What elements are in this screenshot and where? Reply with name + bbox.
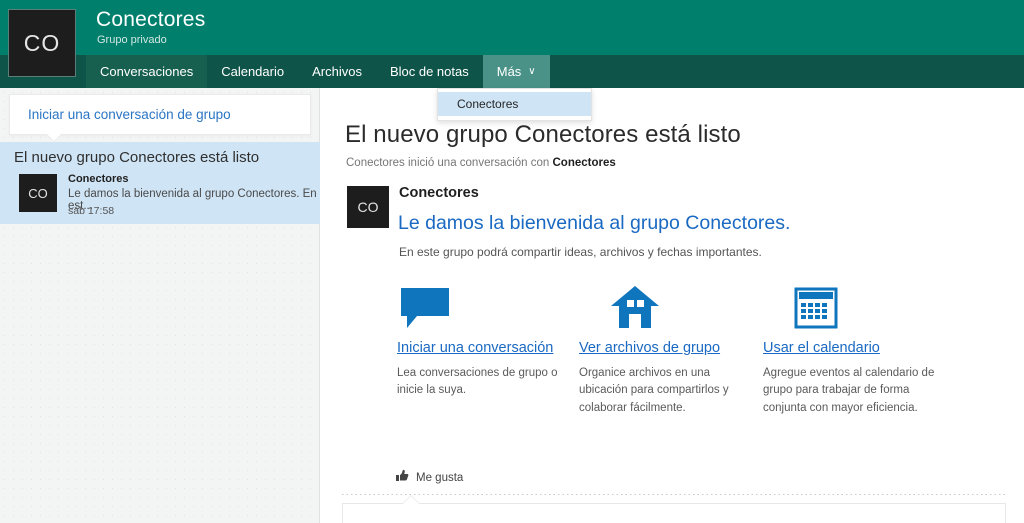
tab-bloc-de-notas-label: Bloc de notas [390,64,469,79]
thread-subheading-prefix: Conectores inició una conversación con [346,157,552,169]
feature-use-calendar: Usar el calendario Agregue eventos al ca… [763,278,958,417]
conversation-avatar-initials: CO [28,186,48,201]
start-conversation-box[interactable]: Iniciar una conversación de grupo [9,94,311,135]
tab-mas[interactable]: Más ∨ [483,55,550,88]
feature-view-files: Ver archivos de grupo Organice archivos … [579,278,763,417]
reply-box-notch [403,496,419,504]
page-title: El nuevo grupo Conectores está listo [345,121,741,149]
tab-archivos-label: Archivos [312,64,362,79]
message-avatar: CO [347,186,389,228]
like-button[interactable]: Me gusta [395,469,463,487]
thread-divider [342,494,1006,495]
conversation-subject: El nuevo grupo Conectores está listo [14,149,259,166]
start-conversation-notch [47,134,61,141]
tab-calendario-label: Calendario [221,64,284,79]
thread-subheading: Conectores inició una conversación con C… [346,157,616,169]
menu-item-conectores[interactable]: Conectores [438,92,591,116]
group-avatar-initials: CO [24,30,61,57]
feature-start-conversation: Iniciar una conversación Lea conversacio… [397,278,579,417]
group-privacy-label: Grupo privado [97,34,167,46]
list-item[interactable]: El nuevo grupo Conectores está listo CO … [0,142,320,224]
link-usar-el-calendario[interactable]: Usar el calendario [763,340,958,356]
mas-dropdown-menu: Conectores [437,88,592,121]
conversation-avatar: CO [19,174,57,212]
feature-columns: Iniciar una conversación Lea conversacio… [397,278,997,417]
link-iniciar-una-conversacion[interactable]: Iniciar una conversación [397,340,579,356]
message-body: En este grupo podrá compartir ideas, arc… [399,245,762,259]
thumbs-up-icon [395,469,409,487]
start-conversation-label: Iniciar una conversación de grupo [28,107,231,122]
tab-archivos[interactable]: Archivos [298,55,376,88]
tab-calendario[interactable]: Calendario [207,55,298,88]
like-label: Me gusta [416,472,463,484]
group-header-bar: Conectores Grupo privado [0,0,1024,55]
house-icon [579,278,763,338]
outlook-groups-page: Conectores Grupo privado CO Conversacion… [0,0,1024,523]
tab-conversaciones-label: Conversaciones [100,64,193,79]
feature-use-calendar-description: Agregue eventos al calendario de grupo p… [763,365,935,417]
conversation-sender: Conectores [68,173,129,185]
conversation-timestamp: sáb 17:58 [68,205,114,217]
message-avatar-initials: CO [358,199,379,215]
conversation-reading-pane: El nuevo grupo Conectores está listo Con… [321,88,1024,523]
tab-bloc-de-notas[interactable]: Bloc de notas [376,55,483,88]
menu-item-conectores-label: Conectores [457,97,518,111]
conversation-list-sidebar: Iniciar una conversación de grupo El nue… [0,88,320,523]
message-sender: Conectores [399,185,479,201]
calendar-icon [763,278,958,338]
group-title: Conectores [96,8,205,32]
group-nav-bar: Conversaciones Calendario Archivos Bloc … [0,55,1024,88]
feature-start-conversation-description: Lea conversaciones de grupo o inicie la … [397,365,567,400]
thread-subheading-recipient: Conectores [552,157,615,169]
tab-conversaciones[interactable]: Conversaciones [86,55,207,88]
chevron-down-icon: ∨ [528,66,535,77]
nav-items: Conversaciones Calendario Archivos Bloc … [86,55,550,88]
link-ver-archivos-de-grupo[interactable]: Ver archivos de grupo [579,340,763,356]
speech-bubble-icon [397,278,579,338]
group-avatar: CO [8,9,76,77]
reply-compose-box[interactable] [342,503,1006,523]
feature-view-files-description: Organice archivos en una ubicación para … [579,365,749,417]
tab-mas-label: Más [497,64,522,79]
message-heading: Le damos la bienvenida al grupo Conector… [398,212,790,235]
